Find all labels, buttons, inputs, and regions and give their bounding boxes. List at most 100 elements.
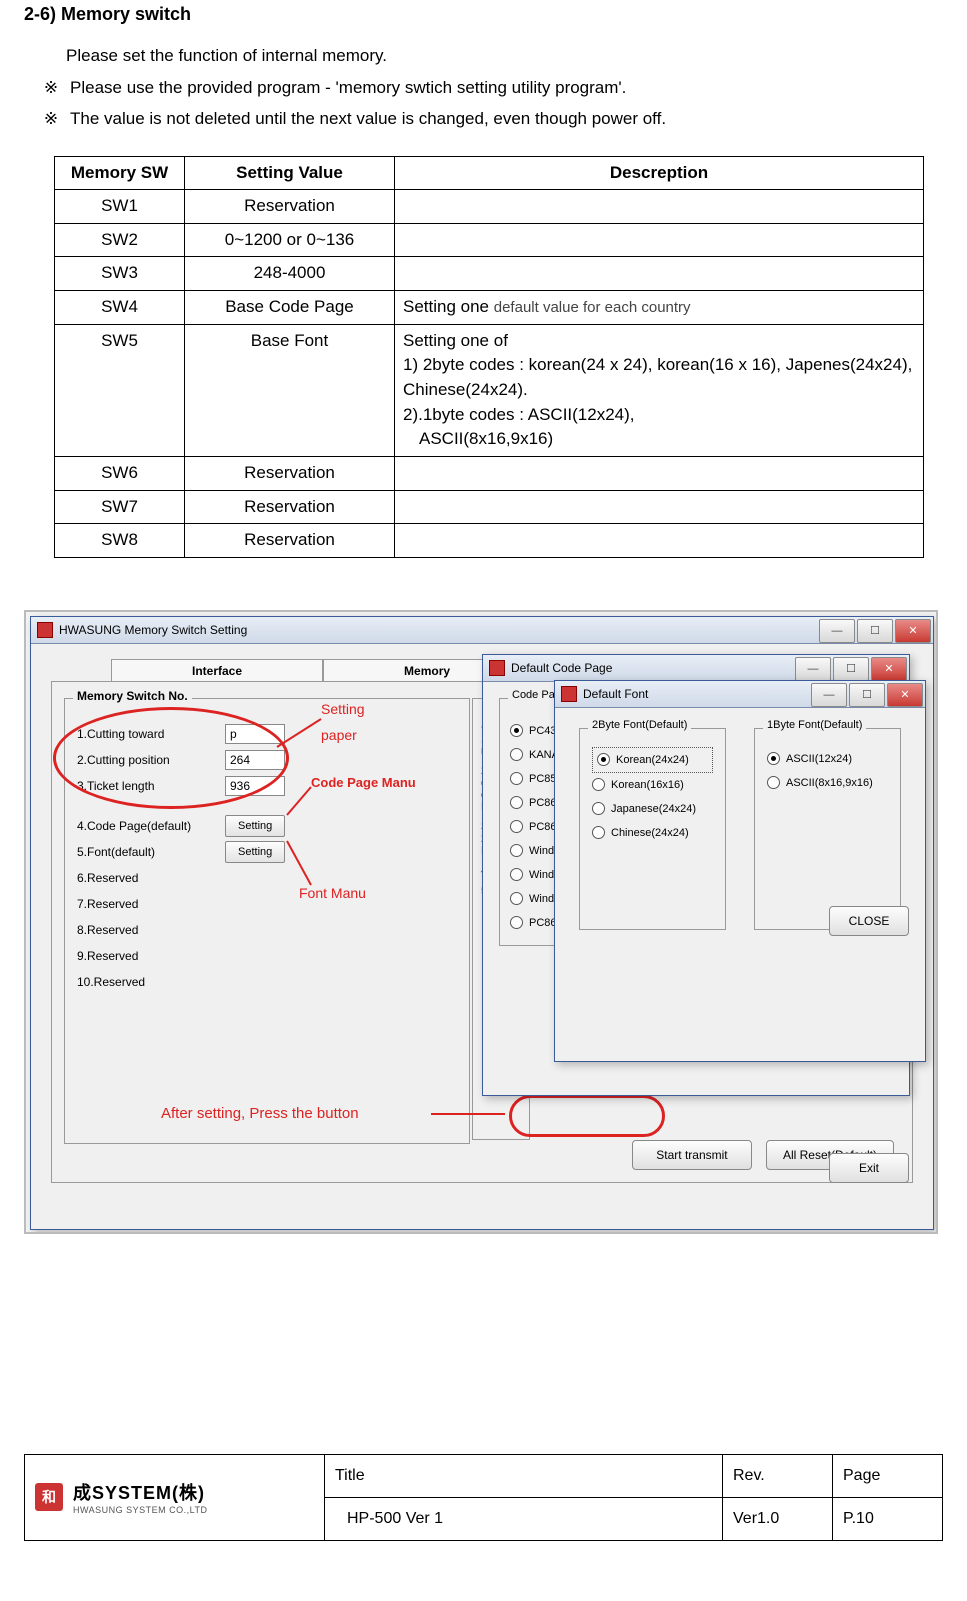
- font-option[interactable]: Korean(16x16): [592, 773, 713, 797]
- cell-value: Base Code Page: [185, 291, 395, 325]
- font-option[interactable]: Japanese(24x24): [592, 797, 713, 821]
- maximize-icon[interactable]: ☐: [833, 657, 869, 681]
- desc-line: 1) 2byte codes : korean(24 x 24), korean…: [403, 355, 912, 399]
- titlebar: Default Code Page — ☐ ✕: [483, 655, 909, 682]
- minimize-icon[interactable]: —: [819, 619, 855, 643]
- footer-label-title: Title: [325, 1454, 723, 1497]
- close-icon[interactable]: ✕: [895, 619, 931, 643]
- cell-value: 0~1200 or 0~136: [185, 223, 395, 257]
- codepage-setting-button[interactable]: Setting: [225, 815, 285, 837]
- group-title: 2Byte Font(Default): [588, 719, 691, 731]
- cell-desc: [395, 524, 924, 558]
- option-label: ASCII(12x24): [786, 753, 852, 765]
- radio-icon: [510, 916, 523, 929]
- cell-sw: SW4: [55, 291, 185, 325]
- app-icon: [489, 660, 505, 676]
- twobyte-font-group: 2Byte Font(Default) Korean(24x24) Korean…: [579, 728, 726, 930]
- desc-sub: default value for each country: [494, 299, 691, 316]
- footer-label-rev: Rev.: [723, 1454, 833, 1497]
- cutting-toward-input[interactable]: [225, 724, 285, 744]
- cell-value: Reservation: [185, 456, 395, 490]
- cell-desc: [395, 223, 924, 257]
- radio-icon: [767, 752, 780, 765]
- start-transmit-button[interactable]: Start transmit: [632, 1140, 752, 1170]
- exit-button[interactable]: Exit: [829, 1153, 909, 1183]
- table-row: SW2 0~1200 or 0~136: [55, 223, 924, 257]
- radio-icon: [510, 724, 523, 737]
- ticket-length-input[interactable]: [225, 776, 285, 796]
- radio-icon: [592, 826, 605, 839]
- footer-value-rev: Ver1.0: [723, 1497, 833, 1540]
- note-1: ※ Please use the provided program - 'mem…: [42, 75, 943, 101]
- close-icon[interactable]: ✕: [871, 657, 907, 681]
- radio-icon: [510, 868, 523, 881]
- row-label: 3.Ticket length: [77, 779, 217, 793]
- cell-sw: SW1: [55, 190, 185, 224]
- cell-desc: [395, 257, 924, 291]
- row-label: 9.Reserved: [77, 949, 217, 963]
- desc-line: 2).1byte codes : ASCII(12x24),: [403, 405, 635, 424]
- logo-main-text: 成SYSTEM(株): [73, 1479, 208, 1505]
- minimize-icon[interactable]: —: [811, 683, 847, 707]
- maximize-icon[interactable]: ☐: [849, 683, 885, 707]
- font-close-button[interactable]: CLOSE: [829, 906, 909, 936]
- cell-value: Reservation: [185, 524, 395, 558]
- row-label: 2.Cutting position: [77, 753, 217, 767]
- cell-desc: [395, 490, 924, 524]
- cell-value: 248-4000: [185, 257, 395, 291]
- row-label: 6.Reserved: [77, 871, 217, 885]
- table-row: SW8 Reservation: [55, 524, 924, 558]
- note-2: ※ The value is not deleted until the nex…: [42, 106, 943, 132]
- maximize-icon[interactable]: ☐: [857, 619, 893, 643]
- logo-icon: 和: [35, 1483, 63, 1511]
- section-heading: 2-6) Memory switch: [24, 4, 943, 25]
- cutting-position-input[interactable]: [225, 750, 285, 770]
- tab-interface[interactable]: Interface: [111, 659, 323, 682]
- cell-desc: [395, 456, 924, 490]
- cell-value: Reservation: [185, 490, 395, 524]
- row-label: 1.Cutting toward: [77, 727, 217, 741]
- font-option[interactable]: ASCII(12x24): [767, 747, 888, 771]
- radio-icon: [510, 772, 523, 785]
- note-marker-icon: ※: [42, 75, 60, 101]
- table-row: SW3 248-4000: [55, 257, 924, 291]
- footer-value-title: HP-500 Ver 1: [325, 1497, 723, 1540]
- font-option[interactable]: ASCII(8x16,9x16): [767, 771, 888, 795]
- table-row: SW6 Reservation: [55, 456, 924, 490]
- footer-label-page: Page: [833, 1454, 943, 1497]
- cell-desc: [395, 190, 924, 224]
- group-title: 1Byte Font(Default): [763, 719, 866, 731]
- table-row: SW7 Reservation: [55, 490, 924, 524]
- titlebar: Default Font — ☐ ✕: [555, 681, 925, 708]
- font-option[interactable]: Chinese(24x24): [592, 821, 713, 845]
- table-header-row: Memory SW Setting Value Descreption: [55, 156, 924, 190]
- table-row: SW5 Base Font Setting one of 1) 2byte co…: [55, 324, 924, 456]
- option-label: ASCII(8x16,9x16): [786, 777, 873, 789]
- option-label: Korean(24x24): [616, 754, 689, 766]
- font-option[interactable]: Korean(24x24): [592, 747, 713, 773]
- radio-icon: [510, 796, 523, 809]
- radio-icon: [510, 892, 523, 905]
- titlebar: HWASUNG Memory Switch Setting — ☐ ✕: [31, 617, 933, 644]
- row-label: 8.Reserved: [77, 923, 217, 937]
- note-marker-icon: ※: [42, 106, 60, 132]
- app-icon: [561, 686, 577, 702]
- font-setting-button[interactable]: Setting: [225, 841, 285, 863]
- radio-icon: [592, 778, 605, 791]
- footer-value-page: P.10: [833, 1497, 943, 1540]
- cell-sw: SW6: [55, 456, 185, 490]
- minimize-icon[interactable]: —: [795, 657, 831, 681]
- window-title: HWASUNG Memory Switch Setting: [59, 623, 247, 637]
- cell-sw: SW2: [55, 223, 185, 257]
- default-font-window: Default Font — ☐ ✕ 2Byte Font(Default) K…: [554, 680, 926, 1062]
- close-icon[interactable]: ✕: [887, 683, 923, 707]
- radio-icon: [597, 753, 610, 766]
- desc-line: Setting one of: [403, 331, 508, 350]
- note-1-text: Please use the provided program - 'memor…: [70, 75, 943, 101]
- radio-icon: [510, 820, 523, 833]
- option-label: Korean(16x16): [611, 779, 684, 791]
- cell-value: Reservation: [185, 190, 395, 224]
- cell-sw: SW7: [55, 490, 185, 524]
- cell-sw: SW3: [55, 257, 185, 291]
- logo-cell: 和 成SYSTEM(株) HWASUNG SYSTEM CO.,LTD: [25, 1454, 325, 1540]
